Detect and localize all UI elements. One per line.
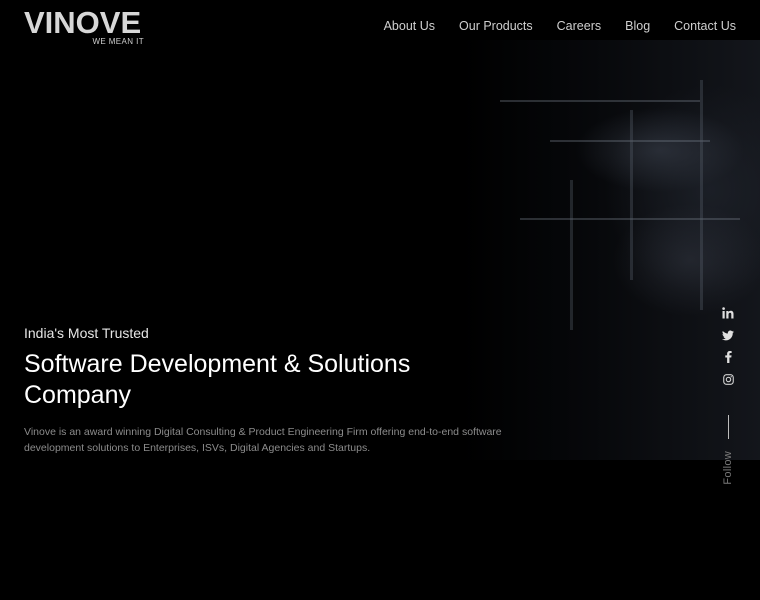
hero-title-line-1: Software Development & Solutions [24, 350, 411, 378]
social-rail: Follow [718, 305, 738, 485]
main-nav: About Us Our Products Careers Blog Conta… [384, 19, 736, 33]
follow-label: Follow [722, 451, 734, 485]
follow-divider [727, 415, 729, 439]
hero-description: Vinove is an award winning Digital Consu… [24, 426, 502, 454]
hero-section: India's Most Trusted Software Developmen… [24, 325, 524, 456]
facebook-icon[interactable] [720, 349, 736, 365]
nav-item-contact-us[interactable]: Contact Us [674, 19, 736, 33]
twitter-icon[interactable] [720, 327, 736, 343]
logo-wordmark: VINOVE [24, 5, 142, 40]
nav-item-careers[interactable]: Careers [557, 19, 601, 33]
page: VINOVE WE MEAN IT About Us Our Products … [0, 0, 760, 600]
nav-item-about-us[interactable]: About Us [384, 19, 435, 33]
nav-item-blog[interactable]: Blog [625, 19, 650, 33]
linkedin-icon[interactable] [720, 305, 736, 321]
hero-title-line-2: Company [24, 381, 131, 409]
hero-eyebrow: India's Most Trusted [24, 325, 149, 341]
nav-item-our-products[interactable]: Our Products [459, 19, 533, 33]
hero-title: Software Development & Solutions Company [24, 349, 524, 411]
instagram-icon[interactable] [720, 371, 736, 387]
logo[interactable]: VINOVE WE MEAN IT [24, 5, 144, 46]
